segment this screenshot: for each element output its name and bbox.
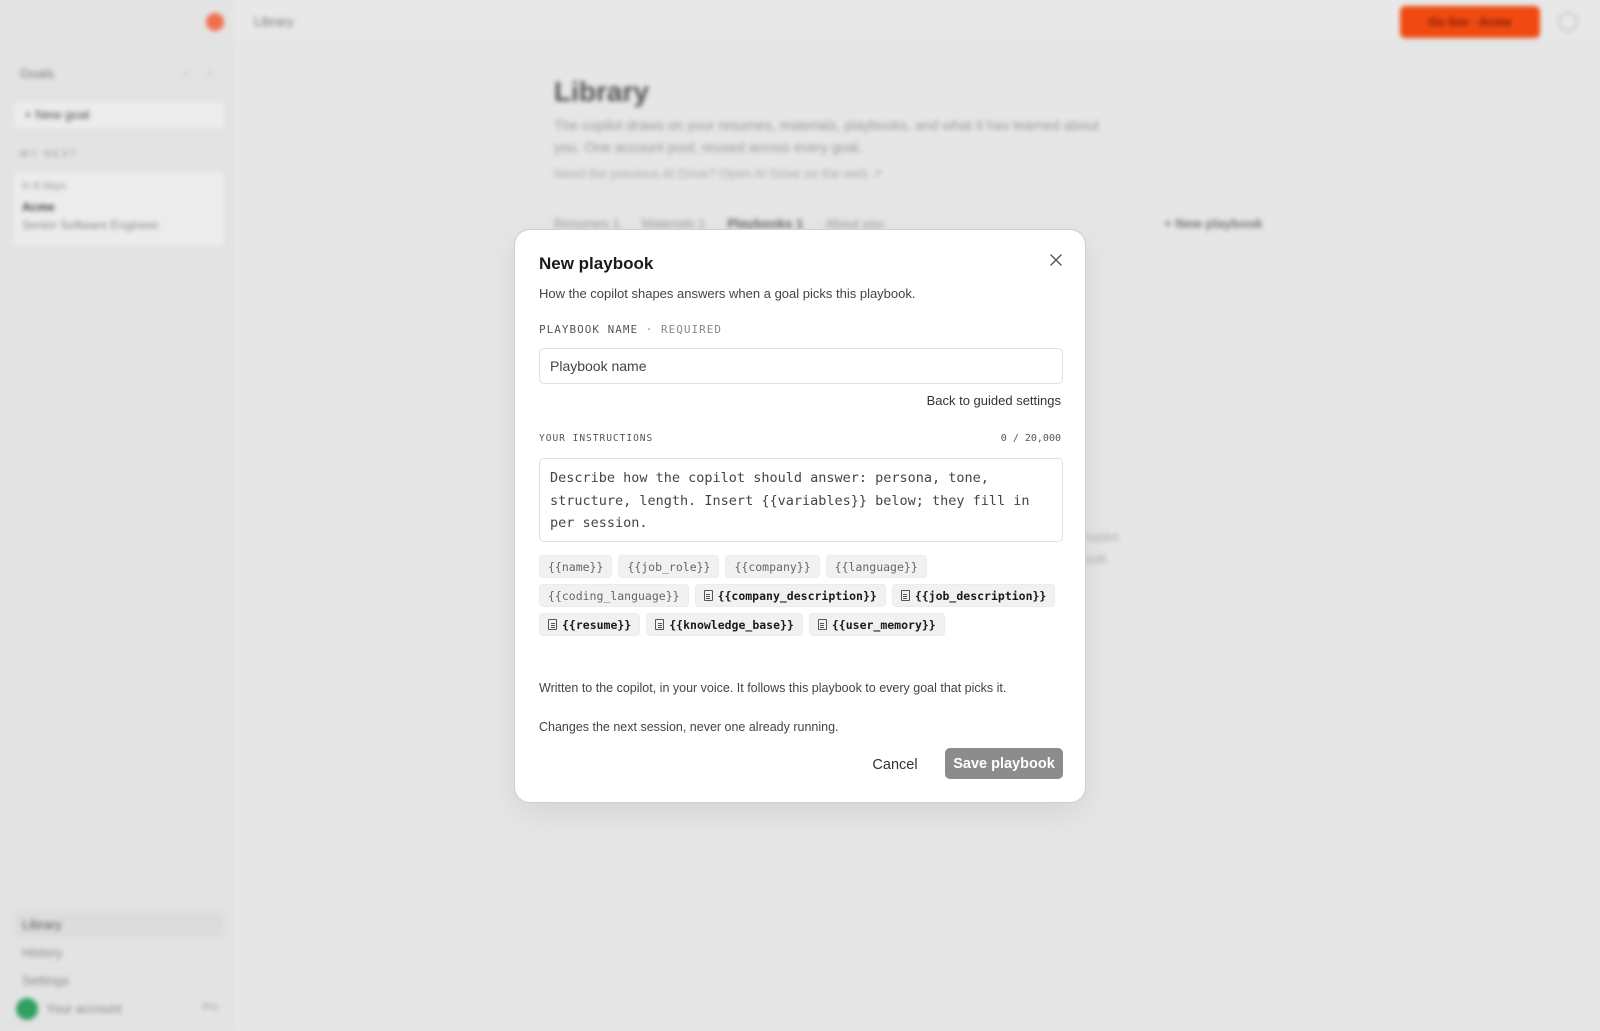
variable-chips: {{name}} {{job_role}} {{company}} {{languag… <box>539 555 1069 636</box>
variable-chip-label: {{knowledge_base}} <box>669 617 794 632</box>
sidebar-heading: Goals <box>20 66 54 81</box>
new-playbook-dialog: New playbook How the copilot shapes answ… <box>514 229 1086 803</box>
voice-hint: Written to the copilot, in your voice. I… <box>539 681 1007 695</box>
sidebar-item-library[interactable]: Library <box>14 912 224 938</box>
instructions-textarea[interactable] <box>539 458 1063 542</box>
instructions-label: YOUR INSTRUCTIONS <box>539 433 654 444</box>
close-icon[interactable] <box>1047 251 1065 269</box>
playbook-name-input[interactable] <box>539 348 1063 384</box>
variable-chip[interactable]: {{job_description}} <box>891 584 1056 607</box>
goal-card-role: Senior Software Engineer <box>22 218 159 232</box>
variable-chip[interactable]: {{user_memory}} <box>808 613 945 636</box>
variable-chip[interactable]: {{resume}} <box>539 613 641 636</box>
variable-chip-label: {{resume}} <box>562 617 632 632</box>
new-playbook-button[interactable]: + New playbook <box>1164 216 1263 231</box>
goal-card-company: Acme <box>22 200 55 214</box>
help-circle-icon[interactable] <box>1558 12 1578 32</box>
sidebar-item-history[interactable]: History <box>14 940 224 966</box>
variable-chip[interactable]: {{coding_language}} <box>539 584 689 607</box>
sidebar-arrows[interactable]: ‹ › <box>184 66 219 80</box>
fragment-line: built. <box>1084 552 1110 566</box>
variable-chip-label: {{job_description}} <box>914 588 1047 603</box>
page-title: Library <box>554 76 649 107</box>
goal-card[interactable]: in 8 days Acme Senior Software Engineer <box>14 172 224 246</box>
back-to-guided-settings-link[interactable]: Back to guided settings <box>927 393 1061 408</box>
fragment-line: copilot <box>1084 530 1119 544</box>
variable-chip[interactable]: {{company_description}} <box>694 584 886 607</box>
topbar-title: Library <box>254 14 294 29</box>
document-icon <box>817 619 827 630</box>
save-playbook-button[interactable]: Save playbook <box>945 748 1063 779</box>
ai-drive-link[interactable]: Need the previous AI Drive? Open AI Driv… <box>554 166 882 182</box>
goal-card-meta: in 8 days <box>22 180 67 192</box>
account-name: Your account <box>46 1001 122 1016</box>
session-hint: Changes the next session, never one alre… <box>539 720 839 734</box>
variable-chip[interactable]: {{knowledge_base}} <box>646 613 803 636</box>
playbook-name-label: PLAYBOOK NAME · REQUIRED <box>539 323 722 336</box>
variable-chip[interactable]: {{language}} <box>825 555 927 578</box>
sidebar-item-settings[interactable]: Settings <box>14 968 224 994</box>
background-text-fragment: copilot built. <box>1084 526 1119 570</box>
character-counter: 0 / 20,000 <box>1000 433 1061 444</box>
document-icon <box>548 619 557 630</box>
app-logo-icon <box>206 13 224 31</box>
account-row[interactable]: Your account Pro <box>14 996 224 1022</box>
document-icon <box>900 590 910 601</box>
new-goal-button[interactable]: + New goal <box>14 102 224 128</box>
variable-chip-label: {{coding_language}} <box>548 588 680 603</box>
cancel-button[interactable]: Cancel <box>865 750 925 780</box>
variable-chip-label: {{company_description}} <box>717 588 877 603</box>
variable-chip[interactable]: {{job_role}} <box>618 555 720 578</box>
account-badge: Pro <box>202 1002 218 1013</box>
variable-chip[interactable]: {{name}} <box>539 555 613 578</box>
close-icon-glyph <box>1050 254 1062 266</box>
variable-chip-label: {{name}} <box>548 559 604 574</box>
dialog-subtitle: How the copilot shapes answers when a go… <box>539 286 916 301</box>
avatar <box>16 998 38 1020</box>
required-marker: · REQUIRED <box>645 323 722 336</box>
document-icon <box>703 590 713 601</box>
playbook-name-label-text: PLAYBOOK NAME <box>539 323 639 336</box>
variable-chip-label: {{language}} <box>834 559 918 574</box>
variable-chip-label: {{company}} <box>734 559 811 574</box>
page-description: The copilot draws on your resumes, mater… <box>554 117 1099 155</box>
document-icon <box>655 619 665 630</box>
topbar <box>232 0 1600 42</box>
variable-chip[interactable]: {{company}} <box>725 555 820 578</box>
go-live-button[interactable]: Go live · Acme <box>1400 6 1540 38</box>
dialog-title: New playbook <box>539 254 654 273</box>
variable-chip-label: {{job_role}} <box>627 559 711 574</box>
variable-chip-label: {{user_memory}} <box>831 617 936 632</box>
sidebar: Goals ‹ › + New goal MY NEXT in 8 days A… <box>0 0 232 1031</box>
sidebar-section-label: MY NEXT <box>20 149 79 160</box>
